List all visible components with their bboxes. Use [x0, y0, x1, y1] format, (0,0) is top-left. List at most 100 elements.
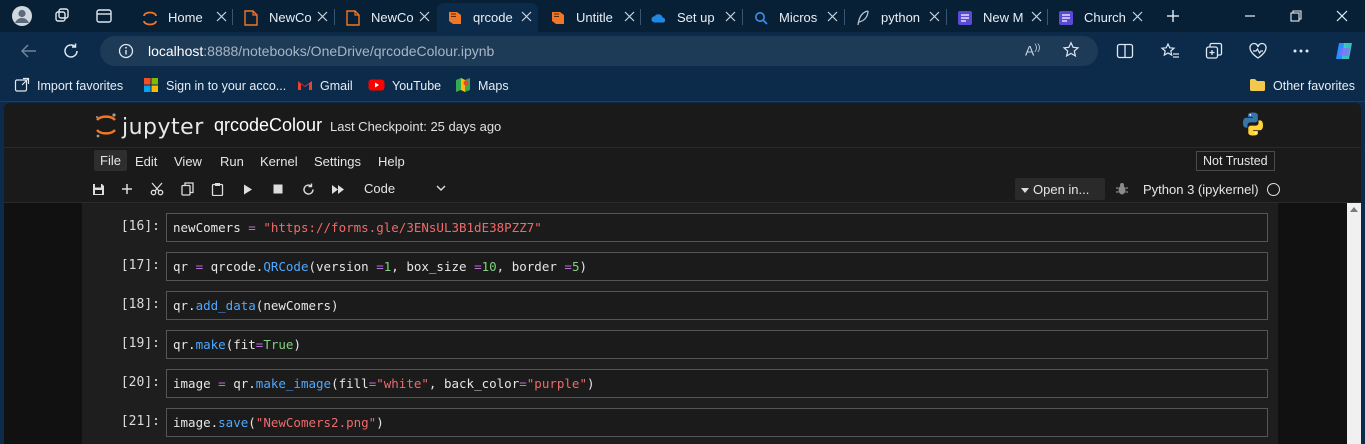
- browser-tab[interactable]: Micros: [743, 3, 844, 32]
- browser-tab[interactable]: Home: [132, 3, 233, 32]
- tab-label: python: [881, 10, 921, 25]
- save-icon[interactable]: [87, 180, 109, 198]
- code-cell[interactable]: [17]: qr = qrcode.QRCode(version =1, box_…: [82, 252, 1268, 281]
- copy-icon[interactable]: [176, 180, 198, 198]
- cell-code-editor[interactable]: image = qr.make_image(fill="white", back…: [166, 369, 1268, 398]
- workspaces-icon[interactable]: [48, 4, 76, 28]
- close-tab-icon[interactable]: [317, 10, 328, 24]
- close-tab-icon[interactable]: [929, 10, 940, 24]
- close-tab-icon[interactable]: [725, 10, 736, 24]
- address-bar[interactable]: localhost:8888/notebooks/OneDrive/qrcode…: [100, 36, 1098, 66]
- jupyter-logo[interactable]: jupyter: [94, 111, 204, 144]
- favorites-icon[interactable]: [1155, 38, 1185, 64]
- code-cell[interactable]: [21]: image.save("NewComers2.png"): [82, 408, 1268, 437]
- code-cell[interactable]: [16]: newComers = "https://forms.gle/3ENs…: [82, 213, 1268, 242]
- browser-tab[interactable]: qrcode: [437, 3, 538, 32]
- cell-code-editor[interactable]: qr.make(fit=True): [166, 330, 1268, 359]
- close-tab-icon[interactable]: [624, 10, 635, 24]
- kernel-name[interactable]: Python 3 (ipykernel): [1143, 182, 1259, 197]
- menu-kernel[interactable]: Kernel: [260, 154, 298, 169]
- run-icon[interactable]: [237, 180, 259, 198]
- favorite-star-icon[interactable]: [1062, 41, 1080, 64]
- cell-code-editor[interactable]: qr = qrcode.QRCode(version =1, box_size …: [166, 252, 1268, 281]
- cell-code-editor[interactable]: image.save("NewComers2.png"): [166, 408, 1268, 437]
- more-options-icon[interactable]: [1286, 38, 1316, 64]
- favorite-youtube[interactable]: YouTube: [368, 77, 441, 95]
- menu-settings[interactable]: Settings: [314, 154, 361, 169]
- notebook-name[interactable]: qrcodeColour: [214, 115, 322, 136]
- browser-tab[interactable]: NewCo: [233, 3, 334, 32]
- microsoft-icon: [143, 77, 159, 96]
- minimize-button[interactable]: [1227, 0, 1273, 32]
- feather-icon: [855, 9, 871, 26]
- menu-run[interactable]: Run: [220, 154, 244, 169]
- site-info-icon[interactable]: [118, 43, 134, 64]
- browser-tab[interactable]: New M: [947, 3, 1048, 32]
- menu-help[interactable]: Help: [378, 154, 405, 169]
- new-tab-button[interactable]: [1150, 0, 1196, 32]
- split-screen-icon[interactable]: [1110, 38, 1140, 64]
- browser-tab[interactable]: Untitle: [540, 3, 641, 32]
- search-icon: [753, 10, 769, 26]
- scroll-up-icon[interactable]: [1350, 207, 1358, 212]
- page-viewport: jupyter qrcodeColour Last Checkpoint: 25…: [4, 103, 1361, 444]
- fast-forward-icon[interactable]: [327, 180, 349, 198]
- menu-file[interactable]: File: [94, 150, 127, 171]
- close-tab-icon[interactable]: [1132, 10, 1143, 24]
- other-favorites-folder[interactable]: Other favorites: [1249, 77, 1355, 95]
- cell-prompt: [18]:: [120, 297, 160, 312]
- code-cell[interactable]: [18]: qr.add_data(newComers): [82, 291, 1268, 320]
- favorite-microsoft-signin[interactable]: Sign in to your acco...: [143, 77, 286, 95]
- favorite-maps[interactable]: Maps: [455, 77, 509, 95]
- menu-edit[interactable]: Edit: [135, 154, 157, 169]
- cut-icon[interactable]: [146, 180, 168, 198]
- refresh-button[interactable]: [56, 38, 86, 64]
- close-window-button[interactable]: [1319, 0, 1365, 32]
- cell-prompt: [17]:: [120, 258, 160, 273]
- menu-view[interactable]: View: [174, 154, 202, 169]
- copilot-icon[interactable]: [1329, 38, 1359, 64]
- python-logo-icon: [1240, 111, 1266, 142]
- add-cell-icon[interactable]: [116, 180, 138, 198]
- cell-type-select[interactable]: Code: [364, 181, 446, 196]
- read-aloud-icon[interactable]: A)): [1025, 42, 1040, 59]
- restart-icon[interactable]: [297, 180, 319, 198]
- tab-label: Micros: [779, 10, 818, 25]
- browser-tab[interactable]: python: [845, 3, 946, 32]
- browser-tab[interactable]: NewCo: [335, 3, 436, 32]
- book-icon: [550, 10, 566, 26]
- code-cell[interactable]: [19]: qr.make(fit=True): [82, 330, 1268, 359]
- open-in-button[interactable]: Open in...: [1015, 178, 1105, 200]
- close-tab-icon[interactable]: [216, 10, 227, 24]
- close-tab-icon[interactable]: [827, 10, 838, 24]
- tab-label: Untitle: [576, 10, 613, 25]
- tab-actions-icon[interactable]: [90, 4, 118, 28]
- tab-label: qrcode: [473, 10, 513, 25]
- close-tab-icon[interactable]: [419, 10, 430, 24]
- chevron-down-icon: [436, 181, 446, 196]
- browser-tab[interactable]: Church: [1048, 3, 1149, 32]
- jupyter-header: jupyter qrcodeColour Last Checkpoint: 25…: [4, 103, 1361, 147]
- trust-status-badge[interactable]: Not Trusted: [1196, 151, 1275, 171]
- cell-code-editor[interactable]: qr.add_data(newComers): [166, 291, 1268, 320]
- close-tab-icon[interactable]: [1031, 10, 1042, 24]
- code-cell[interactable]: [20]: image = qr.make_image(fill="white",…: [82, 369, 1268, 398]
- favorites-bar: Import favorites Sign in to your acco...…: [0, 70, 1365, 102]
- tab-separator: [742, 9, 743, 25]
- favorite-gmail[interactable]: Gmail: [297, 77, 353, 95]
- browser-essentials-icon[interactable]: [1243, 38, 1273, 64]
- debugger-icon[interactable]: [1115, 182, 1129, 201]
- cell-code-editor[interactable]: newComers = "https://forms.gle/3ENsUL3B1…: [166, 213, 1268, 242]
- collections-icon[interactable]: [1199, 38, 1229, 64]
- tab-separator: [844, 9, 845, 25]
- scrollbar[interactable]: [1347, 203, 1361, 444]
- back-button[interactable]: [14, 38, 44, 64]
- close-tab-icon[interactable]: [521, 10, 532, 24]
- favorite-import[interactable]: Import favorites: [14, 77, 123, 95]
- paste-icon[interactable]: [206, 180, 228, 198]
- restore-button[interactable]: [1273, 0, 1319, 32]
- forms-icon: [957, 10, 973, 26]
- profile-avatar[interactable]: [8, 4, 36, 28]
- browser-tab[interactable]: Set up: [641, 3, 742, 32]
- interrupt-icon[interactable]: [267, 180, 289, 198]
